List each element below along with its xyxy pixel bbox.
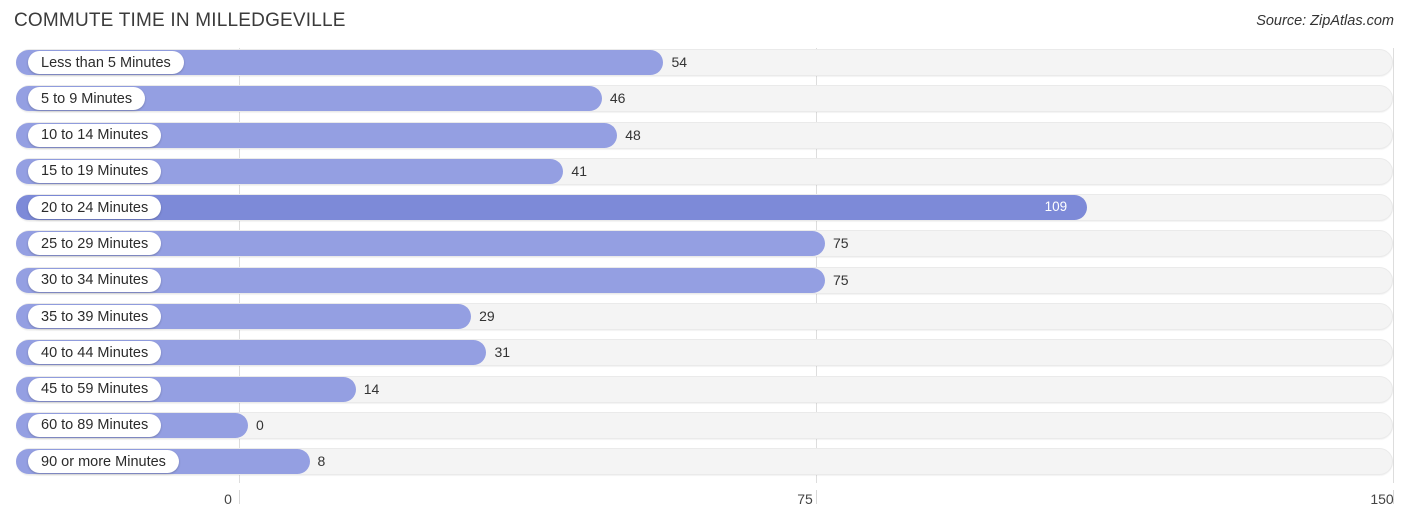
chart-header: COMMUTE TIME IN MILLEDGEVILLE Source: Zi… (0, 0, 1406, 45)
bar-category-label: Less than 5 Minutes (28, 51, 184, 74)
bar-value-label: 75 (833, 235, 849, 252)
bar-category-label: 10 to 14 Minutes (28, 123, 162, 147)
bar-row[interactable]: 10 to 14 Minutes 48 (0, 118, 1406, 154)
bar-row[interactable]: 35 to 39 Minutes 29 (0, 299, 1406, 335)
bar-rows: Less than 5 Minutes 54 5 to 9 Minutes 46 10 … (0, 45, 1406, 481)
bar-row[interactable]: 60 to 89 Minutes 0 (0, 408, 1406, 444)
category-text: 20 to 24 Minutes (41, 199, 149, 216)
category-text: 60 to 89 Minutes (41, 417, 149, 434)
bar-value-label: 29 (479, 308, 495, 325)
source-attribution: Source: ZipAtlas.com (1256, 13, 1394, 29)
bar-category-label: 90 or more Minutes (28, 450, 179, 474)
bar-row[interactable]: 20 to 24 Minutes 109 (0, 190, 1406, 226)
bar-category-label: 15 to 19 Minutes (28, 159, 162, 183)
axis-tick-label: 75 (797, 491, 813, 507)
bar-row[interactable]: 15 to 19 Minutes 41 (0, 154, 1406, 190)
bar-value-label: 109 (1044, 199, 1068, 215)
chart-plot-area: Less than 5 Minutes 54 5 to 9 Minutes 46 10 … (0, 45, 1406, 486)
category-text: 90 or more Minutes (41, 453, 166, 470)
category-text: 40 to 44 Minutes (41, 344, 149, 361)
axis-tick-label: 150 (1370, 491, 1394, 507)
bar[interactable] (16, 195, 1087, 221)
bar-category-label: 5 to 9 Minutes (28, 87, 146, 111)
bar-row[interactable]: 5 to 9 Minutes 46 (0, 81, 1406, 117)
category-text: 35 to 39 Minutes (41, 308, 149, 325)
bar-category-label: 40 to 44 Minutes (28, 341, 162, 365)
category-text: 5 to 9 Minutes (41, 90, 133, 107)
page-title: COMMUTE TIME IN MILLEDGEVILLE (14, 10, 346, 31)
bar-value-label: 54 (671, 54, 688, 70)
bar-category-label: 60 to 89 Minutes (28, 413, 162, 437)
category-text: 30 to 34 Minutes (41, 272, 149, 289)
category-text: 45 to 59 Minutes (41, 381, 149, 398)
axis-tick-label: 0 (224, 491, 232, 507)
bar-value-label: 48 (625, 126, 641, 143)
bar-row[interactable]: 40 to 44 Minutes 31 (0, 335, 1406, 371)
bar-value-label: 31 (494, 344, 511, 361)
bar-category-label: 45 to 59 Minutes (28, 377, 162, 401)
category-text: 25 to 29 Minutes (41, 235, 149, 252)
bar-value-label: 8 (317, 453, 326, 470)
bar-category-label: 35 to 39 Minutes (28, 305, 162, 329)
category-text: 10 to 14 Minutes (41, 127, 149, 144)
bar-row[interactable]: 30 to 34 Minutes 75 (0, 263, 1406, 299)
bar-row[interactable]: 90 or more Minutes 8 (0, 444, 1406, 480)
bar-value-label: 41 (571, 162, 587, 179)
bar-value-label: 0 (256, 416, 264, 433)
bar-row[interactable]: 25 to 29 Minutes 75 (0, 226, 1406, 262)
bar-value-label: 46 (609, 90, 626, 107)
bar-category-label: 25 to 29 Minutes (28, 232, 162, 256)
bar-value-label: 75 (833, 271, 849, 288)
bar-row[interactable]: Less than 5 Minutes 54 (0, 45, 1406, 81)
bar-category-label: 20 to 24 Minutes (28, 196, 162, 220)
axis-tick (239, 490, 240, 504)
category-text: 15 to 19 Minutes (41, 163, 149, 180)
x-axis: 0 75 150 (0, 486, 1406, 524)
bar-category-label: 30 to 34 Minutes (28, 268, 162, 292)
bar-value-label: 14 (363, 380, 380, 397)
category-text: Less than 5 Minutes (41, 54, 171, 71)
bar-row[interactable]: 45 to 59 Minutes 14 (0, 372, 1406, 408)
axis-tick (816, 490, 817, 504)
